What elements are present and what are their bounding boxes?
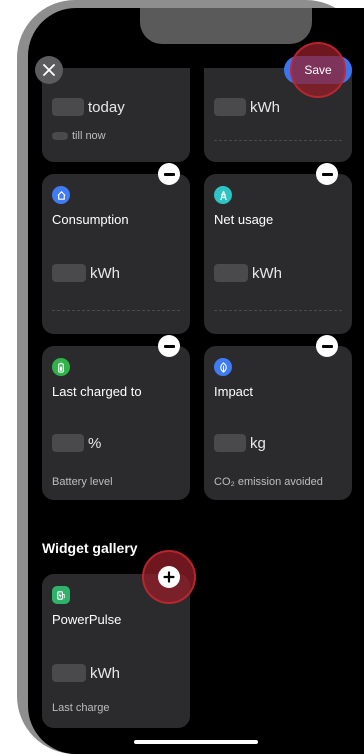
battery-icon	[52, 358, 70, 376]
value-placeholder	[52, 98, 84, 116]
dashed-divider	[52, 310, 180, 311]
widget-gallery-title: Widget gallery	[42, 540, 138, 556]
remove-net-usage-button[interactable]	[316, 163, 338, 185]
value-placeholder	[52, 264, 86, 282]
plus-icon	[163, 571, 175, 583]
till-now-row: till now	[52, 130, 106, 142]
home-indicator[interactable]	[134, 740, 258, 744]
impact-value-row: kg	[214, 434, 266, 452]
value-placeholder	[52, 434, 84, 452]
screen: today till now kWh Save Consumption kWh	[28, 8, 364, 754]
value-placeholder	[214, 98, 246, 116]
widget-title: Consumption	[52, 212, 129, 227]
net-usage-unit: kWh	[252, 264, 282, 282]
home-icon	[52, 186, 70, 204]
widget-title: PowerPulse	[52, 612, 122, 627]
powerpulse-value-row: kWh	[52, 664, 120, 682]
add-powerpulse-button[interactable]	[158, 566, 180, 588]
impact-unit: kg	[250, 434, 266, 452]
notch	[140, 8, 312, 44]
till-now-caption: till now	[72, 130, 106, 142]
widget-card-consumption[interactable]: Consumption kWh	[42, 174, 190, 334]
widget-title: Net usage	[214, 212, 274, 227]
dashed-divider	[214, 140, 342, 141]
widget-caption: CO₂ emission avoided	[214, 476, 323, 488]
remove-last-charged-button[interactable]	[158, 335, 180, 357]
widget-card-net-usage[interactable]: Net usage kWh	[204, 174, 352, 334]
today-value-row: today	[52, 98, 125, 116]
consumption-unit: kWh	[90, 264, 120, 282]
tower-icon	[214, 186, 232, 204]
widget-caption: Battery level	[52, 476, 113, 488]
dashed-divider	[214, 310, 342, 311]
value-placeholder	[214, 264, 248, 282]
widget-title: Last charged to	[52, 384, 142, 399]
net-usage-value-row: kWh	[214, 264, 282, 282]
widget-caption: Last charge	[52, 702, 110, 714]
last-charged-unit: %	[88, 434, 102, 452]
close-icon	[43, 64, 55, 76]
energy-value-row: kWh	[214, 98, 280, 116]
consumption-value-row: kWh	[52, 264, 120, 282]
close-button[interactable]	[35, 56, 63, 84]
value-placeholder	[52, 664, 86, 682]
widget-card-last-charged[interactable]: Last charged to % Battery level	[42, 346, 190, 500]
charger-icon	[52, 586, 70, 604]
widget-title: Impact	[214, 384, 254, 399]
value-placeholder	[214, 434, 246, 452]
remove-impact-button[interactable]	[316, 335, 338, 357]
energy-unit: kWh	[250, 98, 280, 116]
save-button[interactable]: Save	[284, 56, 352, 84]
today-unit: today	[88, 98, 125, 116]
widget-card-today[interactable]: today till now	[42, 68, 190, 162]
remove-consumption-button[interactable]	[158, 163, 180, 185]
widget-card-impact[interactable]: Impact kg CO₂ emission avoided	[204, 346, 352, 500]
powerpulse-unit: kWh	[90, 664, 120, 682]
small-placeholder	[52, 132, 68, 140]
leaf-icon	[214, 358, 232, 376]
last-charged-value-row: %	[52, 434, 101, 452]
